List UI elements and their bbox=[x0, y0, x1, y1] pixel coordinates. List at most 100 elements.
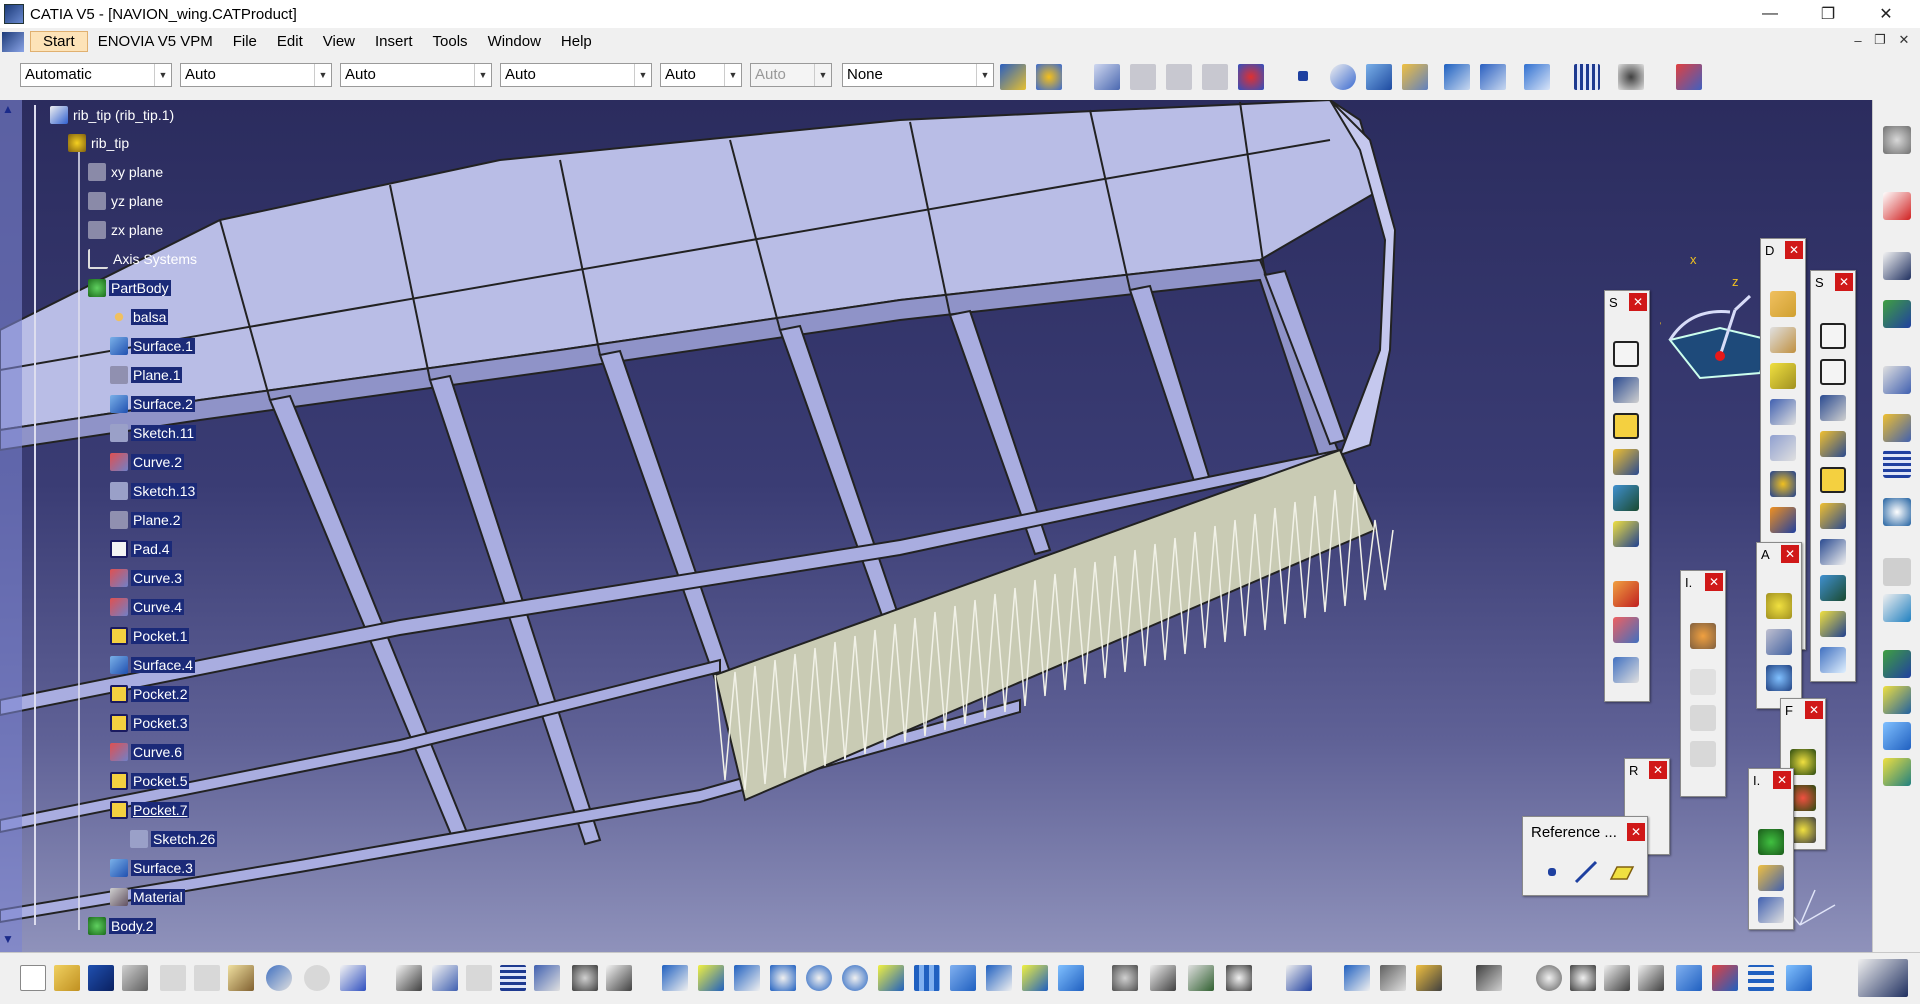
powercopy-icon[interactable] bbox=[1226, 965, 1252, 991]
close-icon[interactable]: ✕ bbox=[1705, 573, 1723, 591]
measure-item-icon[interactable] bbox=[1380, 965, 1406, 991]
tree-item-surface-2[interactable]: Surface.2 bbox=[110, 393, 195, 415]
close-icon[interactable]: ✕ bbox=[1773, 771, 1791, 789]
tree-item-zx-plane[interactable]: zx plane bbox=[88, 219, 165, 241]
menu-enovia[interactable]: ENOVIA V5 VPM bbox=[88, 33, 223, 50]
document-icon[interactable] bbox=[2, 31, 24, 52]
rib-icon[interactable] bbox=[1613, 449, 1639, 475]
axis-icon[interactable] bbox=[1604, 965, 1630, 991]
toolbar-palette-4[interactable]: A ✕ bbox=[1756, 542, 1802, 709]
color-combo[interactable]: Automatic ▼ bbox=[20, 63, 172, 87]
split-icon[interactable] bbox=[1613, 617, 1639, 643]
rotate-icon[interactable] bbox=[770, 965, 796, 991]
multi-view-icon[interactable] bbox=[914, 965, 940, 991]
tree-item-curve-6[interactable]: Curve.6 bbox=[110, 741, 185, 763]
toolbar-palette-8[interactable]: I. ✕ bbox=[1748, 768, 1794, 930]
plane-icon[interactable] bbox=[1609, 859, 1635, 885]
sketch-tool-icon[interactable] bbox=[1613, 341, 1639, 367]
save-icon[interactable] bbox=[88, 965, 114, 991]
tree-item-curve-4[interactable]: Curve.4 bbox=[110, 596, 185, 618]
tree-item-partbody[interactable]: PartBody bbox=[88, 277, 171, 299]
spline-icon[interactable] bbox=[1330, 64, 1356, 90]
surface-icon[interactable] bbox=[1366, 64, 1392, 90]
close-button[interactable]: ✕ bbox=[1858, 0, 1914, 28]
formula-fx-icon[interactable] bbox=[396, 965, 422, 991]
menu-view[interactable]: View bbox=[313, 33, 365, 50]
render-tool-icon[interactable] bbox=[1766, 665, 1792, 691]
sketcher-icon[interactable] bbox=[1883, 252, 1911, 280]
painter-icon[interactable] bbox=[1000, 64, 1026, 90]
parameter-icon[interactable] bbox=[1758, 829, 1784, 855]
menu-window[interactable]: Window bbox=[478, 33, 551, 50]
tree-item-pocket-3[interactable]: Pocket.3 bbox=[110, 712, 190, 734]
tree-item-sketch-11[interactable]: Sketch.11 bbox=[110, 422, 197, 444]
pocket-tool-icon[interactable] bbox=[1770, 327, 1796, 353]
point-symbol-combo[interactable]: Auto ▼ bbox=[660, 63, 742, 87]
grid-workbench-icon[interactable] bbox=[1883, 450, 1911, 478]
gear-icon[interactable] bbox=[1883, 126, 1911, 154]
toolbar-palette-3[interactable]: S ✕ bbox=[1810, 270, 1856, 682]
open-folder-icon[interactable] bbox=[54, 965, 80, 991]
pattern-icon[interactable] bbox=[1770, 435, 1796, 461]
line-thickness-combo[interactable]: Auto ▼ bbox=[340, 63, 492, 87]
generative-shape-icon[interactable] bbox=[1883, 650, 1911, 678]
tree-item-pocket-1[interactable]: Pocket.1 bbox=[110, 625, 190, 647]
view-iso-icon[interactable] bbox=[1480, 64, 1506, 90]
hole-tool-icon[interactable] bbox=[1820, 467, 1846, 493]
whats-this-icon[interactable] bbox=[340, 965, 366, 991]
layers-icon[interactable] bbox=[1883, 686, 1911, 714]
tree-item-surface-4[interactable]: Surface.4 bbox=[110, 654, 195, 676]
multi-section-icon[interactable] bbox=[1613, 521, 1639, 547]
material-tool-icon[interactable] bbox=[1766, 593, 1792, 619]
menu-insert[interactable]: Insert bbox=[365, 33, 423, 50]
instantiate-icon[interactable] bbox=[1188, 965, 1214, 991]
catalog-icon[interactable] bbox=[1094, 64, 1120, 90]
tree-item-material[interactable]: Material bbox=[110, 886, 185, 908]
properties-icon[interactable] bbox=[1036, 64, 1062, 90]
tree-item-pocket-2[interactable]: Pocket.2 bbox=[110, 683, 190, 705]
catalog-browser-icon[interactable] bbox=[1150, 965, 1176, 991]
revolve-icon[interactable] bbox=[1820, 395, 1846, 421]
sketch-tool-icon[interactable] bbox=[1820, 323, 1846, 349]
pan-icon[interactable] bbox=[734, 965, 760, 991]
restore-button[interactable]: ❐ bbox=[1800, 0, 1856, 28]
view-front-icon[interactable] bbox=[1444, 64, 1470, 90]
swap-space-icon[interactable] bbox=[1058, 965, 1084, 991]
render-style-icon[interactable] bbox=[1524, 64, 1550, 90]
slot-icon[interactable] bbox=[1613, 485, 1639, 511]
boolean-icon[interactable] bbox=[1613, 581, 1639, 607]
scale-icon[interactable] bbox=[1638, 965, 1664, 991]
iso-view-icon[interactable] bbox=[950, 965, 976, 991]
table-icon[interactable] bbox=[1166, 64, 1192, 90]
cube-icon[interactable] bbox=[1770, 507, 1796, 533]
tree-item-pad-4[interactable]: Pad.4 bbox=[110, 538, 172, 560]
tree-item-xy-plane[interactable]: xy plane bbox=[88, 161, 165, 183]
box-icon[interactable] bbox=[1770, 363, 1796, 389]
layer-combo[interactable]: None ▼ bbox=[842, 63, 994, 87]
target-icon[interactable] bbox=[1770, 471, 1796, 497]
doc-minimize-button[interactable]: – bbox=[1848, 30, 1868, 50]
fit-all-icon[interactable] bbox=[698, 965, 724, 991]
measure-inertia-icon[interactable] bbox=[1416, 965, 1442, 991]
line-icon[interactable] bbox=[1573, 859, 1599, 885]
remove-loft-icon[interactable] bbox=[1820, 611, 1846, 637]
menu-tools[interactable]: Tools bbox=[423, 33, 478, 50]
point-icon[interactable] bbox=[1548, 868, 1556, 876]
tree-item-yz-plane[interactable]: yz plane bbox=[88, 190, 165, 212]
gear-icon[interactable] bbox=[1112, 965, 1138, 991]
menu-start[interactable]: Start bbox=[30, 31, 88, 52]
tree-scrollbar[interactable] bbox=[0, 100, 22, 952]
minimize-button[interactable]: — bbox=[1742, 0, 1798, 28]
shading-icon[interactable] bbox=[986, 965, 1012, 991]
3d-viewport[interactable]: ▲ ▼ rib_tip (rib_tip.1) rib_tip xy plane… bbox=[0, 100, 1872, 952]
transparency-combo[interactable]: Auto ▼ bbox=[180, 63, 332, 87]
law-icon[interactable] bbox=[534, 965, 560, 991]
toolbar-palette-1[interactable]: S ✕ bbox=[1604, 290, 1650, 702]
tree-item-axis-systems[interactable]: Axis Systems bbox=[88, 248, 199, 270]
comment-icon[interactable] bbox=[432, 965, 458, 991]
close-icon[interactable]: ✕ bbox=[1629, 293, 1647, 311]
close-icon[interactable]: ✕ bbox=[1805, 701, 1823, 719]
close-icon[interactable]: ✕ bbox=[1785, 241, 1803, 259]
graph-icon[interactable] bbox=[1712, 965, 1738, 991]
close-icon[interactable]: ✕ bbox=[1649, 761, 1667, 779]
